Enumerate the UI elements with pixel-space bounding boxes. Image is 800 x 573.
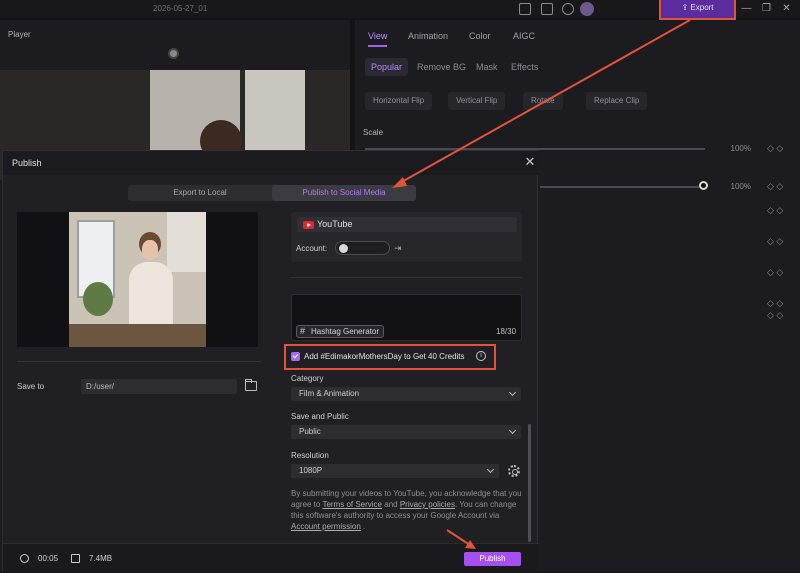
privacy-policies-link[interactable]: Privacy policies	[400, 500, 455, 509]
folder-icon[interactable]	[245, 379, 257, 391]
dialog-footer: 00:05 7.4MB Publish	[3, 543, 539, 573]
download-icon[interactable]	[562, 3, 574, 15]
chevron-down-icon	[508, 388, 517, 397]
chevron-down-icon	[508, 426, 517, 435]
publish-mode-toggle: Export to Local Publish to Social Media	[128, 185, 416, 201]
rotate-handle[interactable]	[168, 48, 179, 59]
thumbnail-plant	[83, 282, 113, 316]
file-size-icon	[71, 554, 80, 563]
preview-thumbnail	[69, 212, 206, 347]
scale-value[interactable]: 100%	[715, 142, 751, 156]
account-selector[interactable]	[335, 241, 390, 255]
chevron-down-icon	[486, 465, 495, 474]
second-value[interactable]: 100%	[715, 180, 751, 194]
visibility-select[interactable]: Public	[291, 425, 521, 439]
info-icon[interactable]: i	[476, 351, 486, 361]
platform-card: YouTube Account: ⇥	[291, 212, 522, 262]
thumbnail-cabinet	[167, 212, 206, 272]
slider-knob[interactable]	[699, 181, 708, 190]
keyframe-icon[interactable]: ◇ ◇	[767, 205, 783, 216]
clock-icon	[20, 554, 29, 563]
divider	[291, 277, 522, 278]
account-avatar-icon	[339, 244, 348, 253]
logout-icon[interactable]: ⇥	[394, 243, 404, 253]
keyframe-icon[interactable]: ◇ ◇	[767, 267, 783, 278]
tab-view[interactable]: View	[368, 31, 388, 47]
feedback-icon[interactable]	[541, 3, 553, 15]
restore-icon[interactable]: ❐	[761, 3, 772, 14]
replace-clip-button[interactable]: Replace Clip	[586, 92, 648, 110]
export-button[interactable]: ⇪ Export	[659, 0, 736, 20]
terms-of-service-link[interactable]: Terms of Service	[322, 500, 382, 509]
tab-animation[interactable]: Animation	[408, 31, 448, 41]
visibility-label: Save and Public	[291, 412, 349, 421]
publish-dialog: Publish ✕ Export to Local Publish to Soc…	[2, 150, 539, 573]
layout-icon[interactable]	[519, 3, 531, 15]
vertical-flip-button[interactable]: Vertical Flip	[448, 92, 506, 110]
keyframe-icon[interactable]: ◇ ◇	[767, 143, 783, 154]
gear-icon[interactable]	[508, 465, 520, 477]
terms-part: and	[382, 500, 400, 509]
terms-text: By submitting your videos to YouTube, yo…	[291, 488, 523, 532]
account-permission-link[interactable]: Account permission	[291, 522, 361, 531]
resolution-select[interactable]: 1080P	[291, 464, 499, 478]
export-label: Export	[690, 3, 714, 12]
description-textarea[interactable]: Hashtag Generator 18/30	[291, 294, 522, 341]
subtab-popular[interactable]: Popular	[365, 58, 409, 76]
youtube-icon	[303, 221, 314, 229]
save-path-input[interactable]: D:/user/	[81, 379, 237, 394]
keyframe-icon[interactable]: ◇ ◇	[767, 298, 783, 309]
terms-part: .	[360, 522, 366, 531]
minimize-icon[interactable]: —	[741, 3, 752, 14]
category-value: Film & Animation	[299, 389, 360, 398]
promo-text: Add #EdimakorMothersDay to Get 40 Credit…	[304, 352, 465, 361]
divider	[17, 361, 261, 362]
tab-color[interactable]: Color	[469, 31, 491, 41]
dialog-title: Publish	[12, 158, 42, 168]
horizontal-flip-button[interactable]: Horizontal Flip	[365, 92, 433, 110]
user-avatar[interactable]	[580, 2, 594, 16]
scrollbar[interactable]	[528, 424, 531, 542]
window-close-icon[interactable]: ✕	[781, 3, 792, 14]
tab-publish-to-social-media[interactable]: Publish to Social Media	[272, 185, 416, 201]
category-label: Category	[291, 374, 324, 383]
player-title: Player	[8, 30, 31, 39]
category-select[interactable]: Film & Animation	[291, 387, 521, 401]
close-icon[interactable]: ✕	[523, 155, 537, 169]
thumbnail-counter	[69, 324, 206, 347]
subtab-remove-bg[interactable]: Remove BG	[411, 58, 472, 76]
tab-aigc[interactable]: AIGC	[513, 31, 535, 41]
file-size: 7.4MB	[89, 554, 113, 563]
resolution-label: Resolution	[291, 451, 329, 460]
char-count: 18/30	[496, 327, 517, 336]
account-label: Account:	[296, 244, 328, 253]
position-slider[interactable]	[540, 186, 702, 188]
duration: 00:05	[38, 554, 59, 563]
thumbnail-person	[129, 262, 173, 328]
save-to-label: Save to	[17, 382, 45, 391]
tab-export-to-local[interactable]: Export to Local	[128, 185, 272, 201]
rotate-button[interactable]: Rotate	[523, 92, 563, 110]
publish-button[interactable]: Publish	[464, 552, 521, 566]
visibility-value: Public	[299, 427, 321, 436]
dialog-header: Publish ✕	[3, 151, 539, 175]
project-name: 2026-05-27_01	[153, 4, 208, 13]
promo-checkbox[interactable]	[291, 352, 300, 361]
platform-name: YouTube	[317, 219, 353, 229]
video-preview	[17, 212, 258, 347]
top-bar: 2026-05-27_01 ⇪ Export — ❐ ✕	[0, 0, 800, 20]
promo-option[interactable]: Add #EdimakorMothersDay to Get 40 Credit…	[284, 344, 496, 370]
thumbnail-face	[142, 240, 158, 260]
platform-select[interactable]: YouTube	[297, 217, 517, 232]
subtab-effects[interactable]: Effects	[505, 58, 544, 76]
scale-label: Scale	[363, 128, 384, 137]
subtab-mask[interactable]: Mask	[470, 58, 504, 76]
keyframe-icon[interactable]: ◇ ◇	[767, 181, 783, 192]
resolution-value: 1080P	[299, 466, 323, 475]
keyframe-icon[interactable]: ◇ ◇	[767, 310, 783, 321]
hashtag-generator-button[interactable]: Hashtag Generator	[296, 325, 384, 338]
keyframe-icon[interactable]: ◇ ◇	[767, 236, 783, 247]
